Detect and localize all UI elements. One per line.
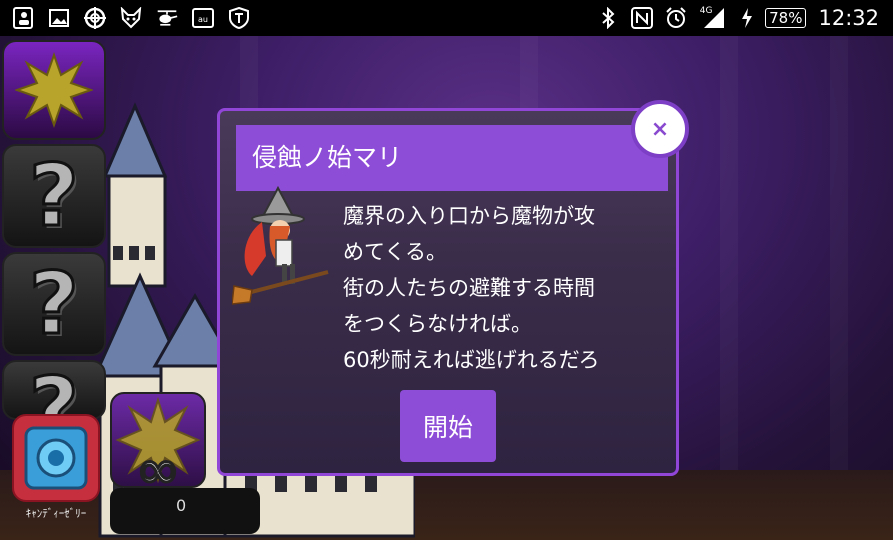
dialog-header: 侵蝕ノ始マリ bbox=[236, 125, 668, 191]
alarm-icon bbox=[665, 7, 687, 29]
battery-level: 78% bbox=[765, 8, 807, 28]
dialog-description: 魔界の入り口から魔物が攻 めてくる。 街の人たちの避難する時間 をつくらなければ… bbox=[343, 198, 643, 388]
curtain-fold bbox=[720, 36, 738, 506]
charging-icon bbox=[741, 7, 753, 29]
system-icons: 4G 78% 12:32 bbox=[597, 0, 879, 36]
curtain-fold bbox=[830, 36, 848, 506]
bottom-slot[interactable]: 0 bbox=[110, 488, 260, 534]
side-slot-4[interactable]: ? bbox=[2, 360, 106, 420]
description-line: 魔界の入り口から魔物が攻 bbox=[343, 204, 595, 228]
side-slot-2[interactable]: ? bbox=[2, 144, 106, 248]
description-line: めてくる。 bbox=[343, 240, 447, 264]
dialog-title: 侵蝕ノ始マリ bbox=[252, 143, 403, 172]
question-mark: ? bbox=[28, 360, 81, 420]
bluetooth-icon bbox=[597, 7, 619, 29]
candy-jelly-icon bbox=[24, 426, 88, 490]
bottom-slot-symbol: 0 bbox=[176, 496, 187, 515]
svg-text:au: au bbox=[198, 15, 208, 24]
question-mark: ? bbox=[28, 146, 81, 246]
clock: 12:32 bbox=[818, 6, 879, 30]
close-button[interactable]: × bbox=[631, 100, 689, 158]
description-line: をつくらなければ。 bbox=[343, 312, 532, 336]
notification-icons: au bbox=[0, 7, 250, 29]
side-slot-3[interactable]: ? bbox=[2, 252, 106, 356]
nfc-icon bbox=[631, 7, 654, 29]
explosion-icon bbox=[15, 51, 93, 129]
status-bar: au 4G 78% 12:32 bbox=[0, 0, 893, 36]
contact-card-icon bbox=[12, 7, 34, 29]
description-line: 60秒耐えれば逃げれるだろ bbox=[343, 348, 600, 372]
target-icon bbox=[84, 7, 106, 29]
witch-sprite bbox=[232, 186, 329, 305]
fox-icon bbox=[120, 7, 142, 29]
start-button[interactable]: 開始 bbox=[400, 390, 496, 462]
question-mark: ? bbox=[28, 254, 81, 354]
network-type: 4G bbox=[699, 5, 713, 16]
candy-jelly-label: ｷｬﾝﾃﾞｨｰｾﾞﾘｰ bbox=[25, 507, 87, 520]
helicopter-icon bbox=[156, 7, 178, 29]
side-slot-1[interactable] bbox=[2, 40, 106, 140]
shield-t-icon bbox=[228, 7, 250, 29]
candy-jelly-button[interactable] bbox=[12, 414, 100, 502]
description-line: 街の人たちの避難する時間 bbox=[343, 276, 595, 300]
close-icon: × bbox=[650, 116, 670, 142]
signal-icon: 4G bbox=[699, 5, 729, 29]
au-icon: au bbox=[192, 7, 214, 29]
image-icon bbox=[48, 7, 70, 29]
